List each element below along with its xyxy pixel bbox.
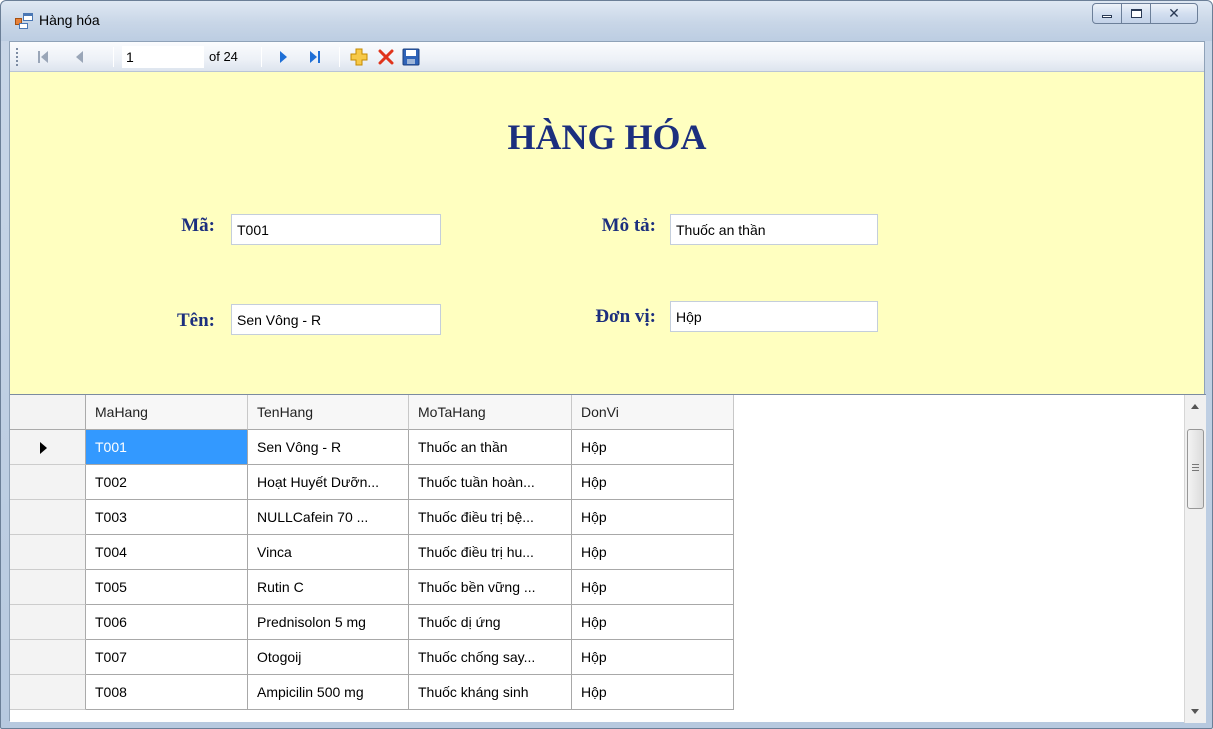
cell-donvi[interactable]: Hộp: [572, 465, 734, 500]
mota-label: Mô tả:: [601, 215, 656, 236]
save-button[interactable]: [399, 42, 423, 72]
cell-motahang[interactable]: Thuốc điều trị bệ...: [409, 500, 572, 535]
toolbar-separator: [113, 47, 114, 67]
move-first-button[interactable]: [32, 42, 54, 72]
cell-mahang[interactable]: T004: [86, 535, 248, 570]
cell-donvi[interactable]: Hộp: [572, 430, 734, 465]
maximize-icon: [1130, 9, 1142, 18]
form-icon: [15, 13, 33, 29]
minimize-icon: [1102, 15, 1112, 18]
cell-donvi[interactable]: Hộp: [572, 605, 734, 640]
cell-tenhang[interactable]: Prednisolon 5 mg: [248, 605, 409, 640]
row-header[interactable]: [10, 640, 86, 675]
row-header[interactable]: [10, 430, 86, 465]
count-label: of 24: [209, 49, 238, 64]
close-button[interactable]: ✕: [1150, 3, 1198, 24]
column-header-tenhang[interactable]: TenHang: [248, 395, 409, 430]
toolbar-grip[interactable]: [14, 42, 20, 72]
cell-motahang[interactable]: Thuốc tuần hoàn...: [409, 465, 572, 500]
column-header-mahang[interactable]: MaHang: [86, 395, 248, 430]
add-new-button[interactable]: [347, 42, 371, 72]
move-last-icon: [310, 51, 320, 63]
cell-tenhang[interactable]: Hoạt Huyết Dưỡn...: [248, 465, 409, 500]
row-header[interactable]: [10, 675, 86, 710]
column-header-motahang[interactable]: MoTaHang: [409, 395, 572, 430]
cell-donvi[interactable]: Hộp: [572, 675, 734, 710]
minimize-button[interactable]: [1092, 3, 1122, 24]
cell-mahang[interactable]: T005: [86, 570, 248, 605]
current-row-icon: [40, 442, 47, 454]
cell-mahang[interactable]: T001: [86, 430, 248, 465]
toolbar-separator: [261, 47, 262, 67]
toolbar-separator: [339, 47, 340, 67]
donvi-label: Đơn vị:: [595, 306, 656, 327]
ten-label: Tên:: [177, 310, 215, 331]
delete-button[interactable]: [374, 42, 398, 72]
row-header[interactable]: [10, 465, 86, 500]
scroll-down-icon[interactable]: [1191, 709, 1199, 714]
move-first-icon: [38, 51, 48, 63]
row-header[interactable]: [10, 570, 86, 605]
cell-motahang[interactable]: Thuốc kháng sinh: [409, 675, 572, 710]
title-bar[interactable]: Hàng hóa ✕: [1, 1, 1212, 41]
cell-mahang[interactable]: T002: [86, 465, 248, 500]
cell-motahang[interactable]: Thuốc bền vững ...: [409, 570, 572, 605]
binding-navigator: of 24: [10, 42, 1204, 72]
move-next-icon: [279, 51, 287, 63]
main-window: Hàng hóa ✕ of 24: [0, 0, 1213, 729]
form-client-area: of 24: [9, 41, 1206, 723]
data-grid[interactable]: MaHang TenHang MoTaHang DonVi T001 Sen Vô…: [10, 394, 1206, 723]
cell-motahang[interactable]: Thuốc chống say...: [409, 640, 572, 675]
close-icon: ✕: [1168, 5, 1180, 22]
add-new-icon: [350, 48, 368, 66]
delete-icon: [378, 49, 394, 65]
page-title: HÀNG HÓA: [507, 117, 707, 157]
scroll-up-icon[interactable]: [1191, 404, 1199, 409]
move-previous-button[interactable]: [68, 42, 90, 72]
row-header[interactable]: [10, 535, 86, 570]
cell-tenhang[interactable]: Ampicilin 500 mg: [248, 675, 409, 710]
scroll-thumb[interactable]: [1187, 429, 1204, 509]
vertical-scrollbar[interactable]: [1184, 395, 1206, 723]
cell-mahang[interactable]: T007: [86, 640, 248, 675]
ten-field[interactable]: [231, 304, 441, 335]
cell-tenhang[interactable]: Sen Vông - R: [248, 430, 409, 465]
cell-mahang[interactable]: T006: [86, 605, 248, 640]
row-header[interactable]: [10, 500, 86, 535]
move-last-button[interactable]: [303, 42, 327, 72]
mota-field[interactable]: [670, 214, 878, 245]
ma-label: Mã:: [181, 215, 215, 236]
cell-donvi[interactable]: Hộp: [572, 570, 734, 605]
maximize-button[interactable]: [1121, 3, 1151, 24]
position-input[interactable]: [122, 46, 204, 68]
cell-mahang[interactable]: T008: [86, 675, 248, 710]
column-header-donvi[interactable]: DonVi: [572, 395, 734, 430]
cell-tenhang[interactable]: Rutin C: [248, 570, 409, 605]
cell-tenhang[interactable]: Vinca: [248, 535, 409, 570]
cell-motahang[interactable]: Thuốc điều trị hu...: [409, 535, 572, 570]
row-header[interactable]: [10, 605, 86, 640]
cell-donvi[interactable]: Hộp: [572, 500, 734, 535]
cell-donvi[interactable]: Hộp: [572, 535, 734, 570]
cell-mahang[interactable]: T003: [86, 500, 248, 535]
cell-tenhang[interactable]: NULLCafein 70 ...: [248, 500, 409, 535]
save-icon: [402, 48, 420, 66]
move-previous-icon: [75, 51, 83, 63]
cell-motahang[interactable]: Thuốc an thần: [409, 430, 572, 465]
ma-field[interactable]: [231, 214, 441, 245]
cell-motahang[interactable]: Thuốc dị ứng: [409, 605, 572, 640]
grid-corner[interactable]: [10, 395, 86, 430]
window-title: Hàng hóa: [39, 12, 100, 28]
move-next-button[interactable]: [272, 42, 294, 72]
cell-tenhang[interactable]: Otogoij: [248, 640, 409, 675]
window-controls: ✕: [1092, 3, 1198, 25]
cell-donvi[interactable]: Hộp: [572, 640, 734, 675]
donvi-field[interactable]: [670, 301, 878, 332]
